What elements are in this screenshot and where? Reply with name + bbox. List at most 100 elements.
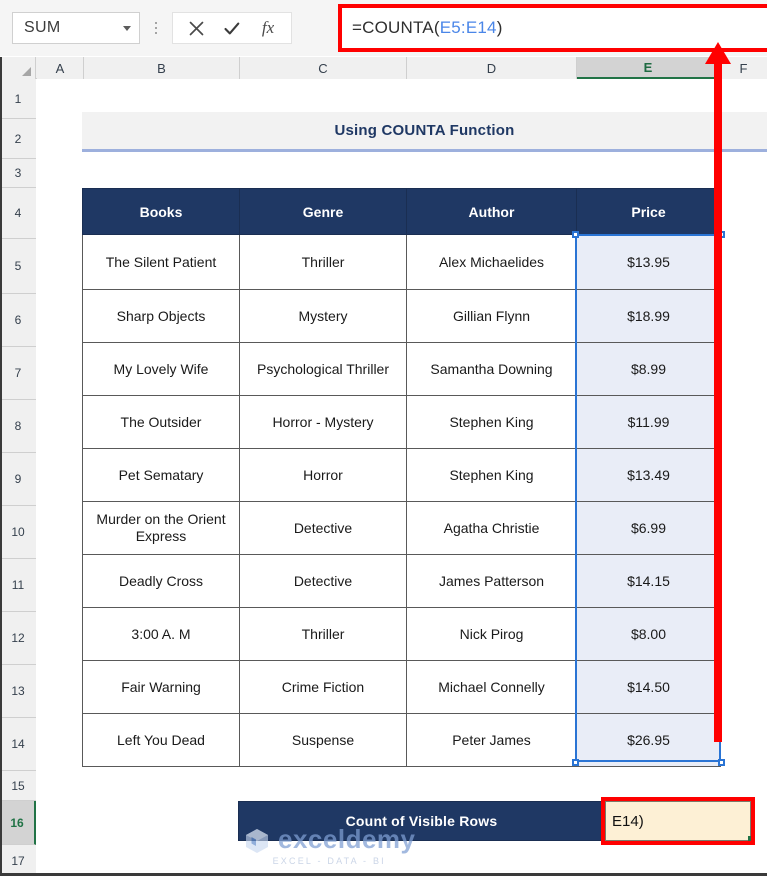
- row-header-4[interactable]: 4: [0, 188, 36, 239]
- cell-author[interactable]: Samantha Downing: [406, 342, 577, 396]
- row-header-11[interactable]: 11: [0, 559, 36, 612]
- callout-arrow-head-icon: [705, 42, 731, 64]
- row-header-12[interactable]: 12: [0, 612, 36, 665]
- row-header-17[interactable]: 17: [0, 845, 36, 876]
- cell-book[interactable]: Sharp Objects: [82, 289, 240, 343]
- cell-price[interactable]: $14.15: [576, 554, 721, 608]
- cell-author[interactable]: James Patterson: [406, 554, 577, 608]
- fx-icon[interactable]: fx: [251, 14, 285, 42]
- cell-author[interactable]: Michael Connelly: [406, 660, 577, 714]
- column-header-price[interactable]: Price: [576, 188, 721, 235]
- table-row[interactable]: The Outsider Horror - Mystery Stephen Ki…: [82, 395, 721, 449]
- row-header-7[interactable]: 7: [0, 347, 36, 400]
- sheet-title-cell[interactable]: Using COUNTA Function: [82, 112, 767, 152]
- cell-genre[interactable]: Horror - Mystery: [239, 395, 407, 449]
- column-header-books[interactable]: Books: [82, 188, 240, 235]
- row-header-15[interactable]: 15: [0, 771, 36, 801]
- table-row[interactable]: Deadly Cross Detective James Patterson $…: [82, 554, 721, 608]
- books-table[interactable]: Books Genre Author Price The Silent Pati…: [82, 188, 721, 767]
- cell-price[interactable]: $26.95: [576, 713, 721, 767]
- cell-genre[interactable]: Crime Fiction: [239, 660, 407, 714]
- row-header-14[interactable]: 14: [0, 718, 36, 771]
- name-box-value: SUM: [24, 19, 61, 36]
- worksheet-grid[interactable]: Using COUNTA Function Books Genre Author…: [36, 79, 767, 876]
- cell-author[interactable]: Stephen King: [406, 448, 577, 502]
- row-header-9[interactable]: 9: [0, 453, 36, 506]
- active-cell-e16[interactable]: E14): [605, 801, 751, 841]
- summary-label-text: Count of Visible Rows: [345, 813, 498, 829]
- selection-handle-top-left[interactable]: [572, 231, 579, 238]
- row-header-6[interactable]: 6: [0, 294, 36, 347]
- row-header-8[interactable]: 8: [0, 400, 36, 453]
- cell-author[interactable]: Alex Michaelides: [406, 234, 577, 290]
- cell-author[interactable]: Peter James: [406, 713, 577, 767]
- row-header-1[interactable]: 1: [0, 79, 36, 119]
- selection-handle-bottom-left[interactable]: [572, 759, 579, 766]
- column-header-d[interactable]: D: [407, 57, 577, 79]
- column-header-row: A B C D E F: [0, 57, 767, 79]
- cell-book[interactable]: 3:00 A. M: [82, 607, 240, 661]
- name-box[interactable]: SUM: [12, 12, 140, 44]
- cell-author[interactable]: Gillian Flynn: [406, 289, 577, 343]
- close-icon[interactable]: [179, 14, 213, 42]
- check-icon[interactable]: [215, 14, 249, 42]
- formula-input-highlight-box: =COUNTA(E5:E14): [338, 4, 767, 52]
- row-header-10[interactable]: 10: [0, 506, 36, 559]
- table-row[interactable]: Sharp Objects Mystery Gillian Flynn $18.…: [82, 289, 721, 343]
- cell-price[interactable]: $14.50: [576, 660, 721, 714]
- cell-price[interactable]: $13.95: [576, 234, 721, 290]
- column-header-author[interactable]: Author: [406, 188, 577, 235]
- cell-author[interactable]: Nick Pirog: [406, 607, 577, 661]
- cell-book[interactable]: Murder on the Orient Express: [82, 501, 240, 555]
- cell-price[interactable]: $11.99: [576, 395, 721, 449]
- cell-book[interactable]: My Lovely Wife: [82, 342, 240, 396]
- cell-genre[interactable]: Suspense: [239, 713, 407, 767]
- table-row[interactable]: Murder on the Orient Express Detective A…: [82, 501, 721, 555]
- watermark-tagline: EXCEL - DATA - BI: [272, 856, 386, 866]
- table-row[interactable]: Pet Sematary Horror Stephen King $13.49: [82, 448, 721, 502]
- select-all-corner[interactable]: [0, 57, 36, 79]
- cell-price[interactable]: $13.49: [576, 448, 721, 502]
- cell-book[interactable]: The Outsider: [82, 395, 240, 449]
- cell-author[interactable]: Stephen King: [406, 395, 577, 449]
- excel-worksheet-screenshot: SUM fx =COUNTA(E5:E14) A B C D E F 1 2 3…: [0, 0, 767, 876]
- cell-book[interactable]: Deadly Cross: [82, 554, 240, 608]
- column-header-a[interactable]: A: [37, 57, 84, 79]
- summary-label-cell[interactable]: Count of Visible Rows: [238, 801, 605, 841]
- row-header-3[interactable]: 3: [0, 159, 36, 188]
- cell-book[interactable]: Left You Dead: [82, 713, 240, 767]
- formula-input[interactable]: =COUNTA(E5:E14): [342, 8, 767, 48]
- cell-book[interactable]: The Silent Patient: [82, 234, 240, 290]
- column-header-c[interactable]: C: [240, 57, 407, 79]
- table-row[interactable]: 3:00 A. M Thriller Nick Pirog $8.00: [82, 607, 721, 661]
- cell-price[interactable]: $8.00: [576, 607, 721, 661]
- fill-handle[interactable]: [748, 836, 754, 842]
- row-header-5[interactable]: 5: [0, 239, 36, 294]
- cell-genre[interactable]: Thriller: [239, 234, 407, 290]
- table-row[interactable]: Fair Warning Crime Fiction Michael Conne…: [82, 660, 721, 714]
- cell-genre[interactable]: Mystery: [239, 289, 407, 343]
- column-header-b[interactable]: B: [84, 57, 240, 79]
- table-row[interactable]: The Silent Patient Thriller Alex Michael…: [82, 234, 721, 290]
- cell-genre[interactable]: Thriller: [239, 607, 407, 661]
- chevron-down-icon[interactable]: [123, 25, 131, 31]
- column-header-e[interactable]: E: [577, 57, 720, 79]
- cell-genre[interactable]: Detective: [239, 554, 407, 608]
- row-header-13[interactable]: 13: [0, 665, 36, 718]
- cell-price[interactable]: $18.99: [576, 289, 721, 343]
- cell-genre[interactable]: Horror: [239, 448, 407, 502]
- cell-author[interactable]: Agatha Christie: [406, 501, 577, 555]
- cell-book[interactable]: Fair Warning: [82, 660, 240, 714]
- table-row[interactable]: Left You Dead Suspense Peter James $26.9…: [82, 713, 721, 767]
- cell-price[interactable]: $6.99: [576, 501, 721, 555]
- cell-book[interactable]: Pet Sematary: [82, 448, 240, 502]
- cell-genre[interactable]: Psychological Thriller: [239, 342, 407, 396]
- row-header-16[interactable]: 16: [0, 801, 36, 845]
- formula-text: =COUNTA(E5:E14): [352, 18, 503, 38]
- column-header-genre[interactable]: Genre: [239, 188, 407, 235]
- table-row[interactable]: My Lovely Wife Psychological Thriller Sa…: [82, 342, 721, 396]
- cell-price[interactable]: $8.99: [576, 342, 721, 396]
- row-header-2[interactable]: 2: [0, 119, 36, 159]
- cell-genre[interactable]: Detective: [239, 501, 407, 555]
- selection-handle-bottom-right[interactable]: [718, 759, 725, 766]
